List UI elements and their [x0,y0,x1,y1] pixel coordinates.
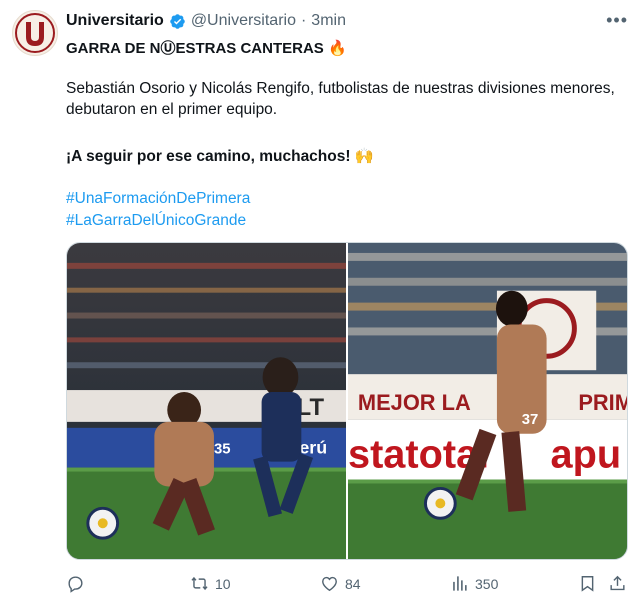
svg-text:37: 37 [522,412,539,428]
svg-text:apu: apu [551,433,622,477]
timestamp[interactable]: 3min [311,12,346,30]
heart-icon [322,576,337,592]
verified-badge-icon [169,13,186,30]
avatar[interactable] [12,10,58,56]
tweet-header: Universitario @Universitario · 3min ••• [66,10,628,32]
bookmark-button[interactable] [578,574,597,593]
cheer-text: ¡A seguir por ese camino, muchachos! [66,148,351,165]
media-grid: ALT Perú 35 MEJOR LA PRI statotal apu 37 [66,242,628,560]
share-icon [610,575,625,591]
fire-emoji-icon: 🔥 [327,40,347,57]
like-button[interactable]: 84 [320,574,361,593]
reply-icon [68,576,83,593]
tweet-cheer: ¡A seguir por ese camino, muchachos! 🙌 [66,146,626,167]
display-name[interactable]: Universitario [66,12,164,30]
hashtag-link[interactable]: #UnaFormaciónDePrimera [66,188,626,209]
photo-left[interactable]: ALT Perú 35 [67,243,346,559]
universitario-logo [15,13,55,53]
tweet-body: Sebastián Osorio y Nicolás Rengifo, futb… [66,80,615,118]
views-count: 350 [475,575,499,592]
more-options-icon[interactable]: ••• [606,10,628,31]
views-button[interactable]: 350 [450,574,498,593]
tweet-headline: GARRA DE NⓊESTRAS CANTERAS 🔥 [66,38,626,59]
photo-right[interactable]: MEJOR LA PRIM statotal apu 37 [348,243,627,559]
like-count: 84 [345,575,361,592]
hashtag-link[interactable]: #LaGarraDelÚnicoGrande [66,210,626,231]
views-chart-icon [453,576,467,591]
bookmark-icon [581,576,594,592]
retweet-button[interactable]: 10 [190,574,231,593]
handle[interactable]: @Universitario [191,12,296,30]
retweet-icon [191,576,208,591]
svg-text:PRIM: PRIM [578,390,627,415]
raised-hands-emoji-icon: 🙌 [354,148,375,165]
headline-text: GARRA DE NⓊESTRAS CANTERAS [66,40,324,57]
action-bar: 10 84 350 [66,574,630,598]
reply-button[interactable] [66,574,91,593]
svg-text:35: 35 [214,442,231,458]
svg-text:MEJOR LA: MEJOR LA [358,390,471,415]
separator-dot: · [300,12,307,29]
share-button[interactable] [608,574,627,593]
retweet-count: 10 [215,575,231,592]
